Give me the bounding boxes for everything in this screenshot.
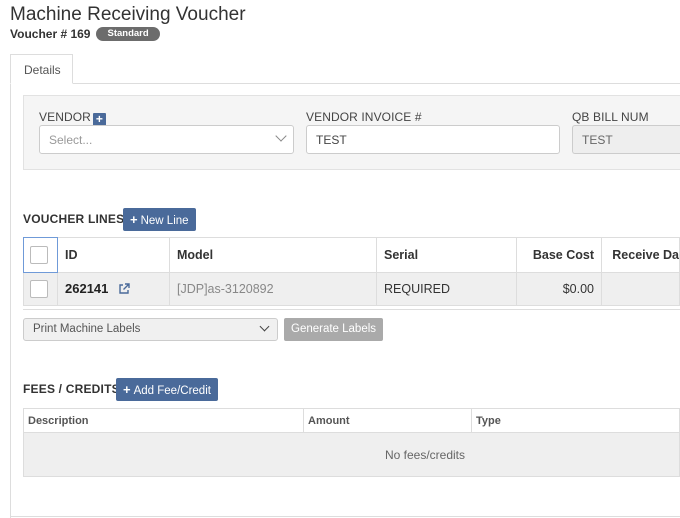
table-divider [23, 309, 680, 310]
row-receive-date [601, 272, 680, 306]
select-all-checkbox[interactable] [30, 246, 48, 264]
row-checkbox[interactable] [30, 280, 48, 298]
row-model: [JDP]as-3120892 [169, 272, 377, 306]
vendor-invoice-label: VENDOR INVOICE # [306, 110, 422, 124]
col-base-cost[interactable]: Base Cost [516, 237, 602, 273]
plus-icon: + [123, 382, 131, 397]
empty-row: No fees/credits [23, 432, 680, 477]
page-bottom-border [10, 516, 680, 517]
col-amount[interactable]: Amount [303, 408, 472, 433]
voucher-lines-title: VOUCHER LINES [23, 212, 125, 226]
col-type[interactable]: Type [471, 408, 680, 433]
qb-bill-num-label: QB BILL NUM [572, 110, 649, 124]
tab-divider [10, 83, 680, 84]
voucher-type-badge: Standard [96, 27, 160, 41]
plus-icon: + [130, 212, 138, 227]
vendor-select-placeholder: Select... [49, 133, 93, 147]
fees-table: Description Amount Type No fees/credits [23, 408, 680, 477]
voucher-number: Voucher # 169 Standard [10, 27, 160, 41]
tab-panel-border [10, 83, 11, 518]
col-description[interactable]: Description [23, 408, 304, 433]
vendor-panel: VENDOR + Select... VENDOR INVOICE # TEST … [23, 95, 680, 170]
fees-empty-message: No fees/credits [23, 432, 680, 477]
vendor-invoice-input[interactable]: TEST [306, 125, 560, 154]
fees-credits-title: FEES / CREDITS [23, 382, 120, 396]
new-line-button[interactable]: + New Line [123, 208, 196, 231]
vendor-label: VENDOR + [39, 110, 106, 126]
voucher-number-label: Voucher # 169 [10, 27, 91, 41]
voucher-lines-table: ID Model Serial Base Cost Receive Da 262… [23, 237, 680, 306]
col-model[interactable]: Model [169, 237, 377, 273]
tab-details[interactable]: Details [10, 54, 73, 84]
external-link-icon[interactable] [118, 282, 130, 298]
row-base-cost: $0.00 [516, 272, 602, 306]
col-serial[interactable]: Serial [376, 237, 517, 273]
row-id: 262141 [65, 280, 109, 296]
select-all-cell [23, 237, 58, 273]
page-title: Machine Receiving Voucher [10, 4, 246, 25]
vendor-select[interactable]: Select... [39, 125, 294, 154]
col-id[interactable]: ID [57, 237, 170, 273]
table-row: 262141 [JDP]as-3120892 REQUIRED $0.00 [23, 272, 680, 306]
print-labels-value: Print Machine Labels [33, 323, 141, 335]
row-select-cell [23, 272, 58, 306]
chevron-down-icon [259, 321, 270, 332]
qb-bill-num-input[interactable]: TEST [572, 125, 680, 154]
row-id-cell: 262141 [57, 272, 170, 306]
row-serial: REQUIRED [376, 272, 517, 306]
add-fee-credit-button[interactable]: + Add Fee/Credit [116, 378, 218, 401]
col-receive-date[interactable]: Receive Da [601, 237, 680, 273]
generate-labels-button[interactable]: Generate Labels [284, 318, 384, 341]
chevron-down-icon [275, 130, 287, 142]
print-labels-select[interactable]: Print Machine Labels [23, 318, 278, 341]
